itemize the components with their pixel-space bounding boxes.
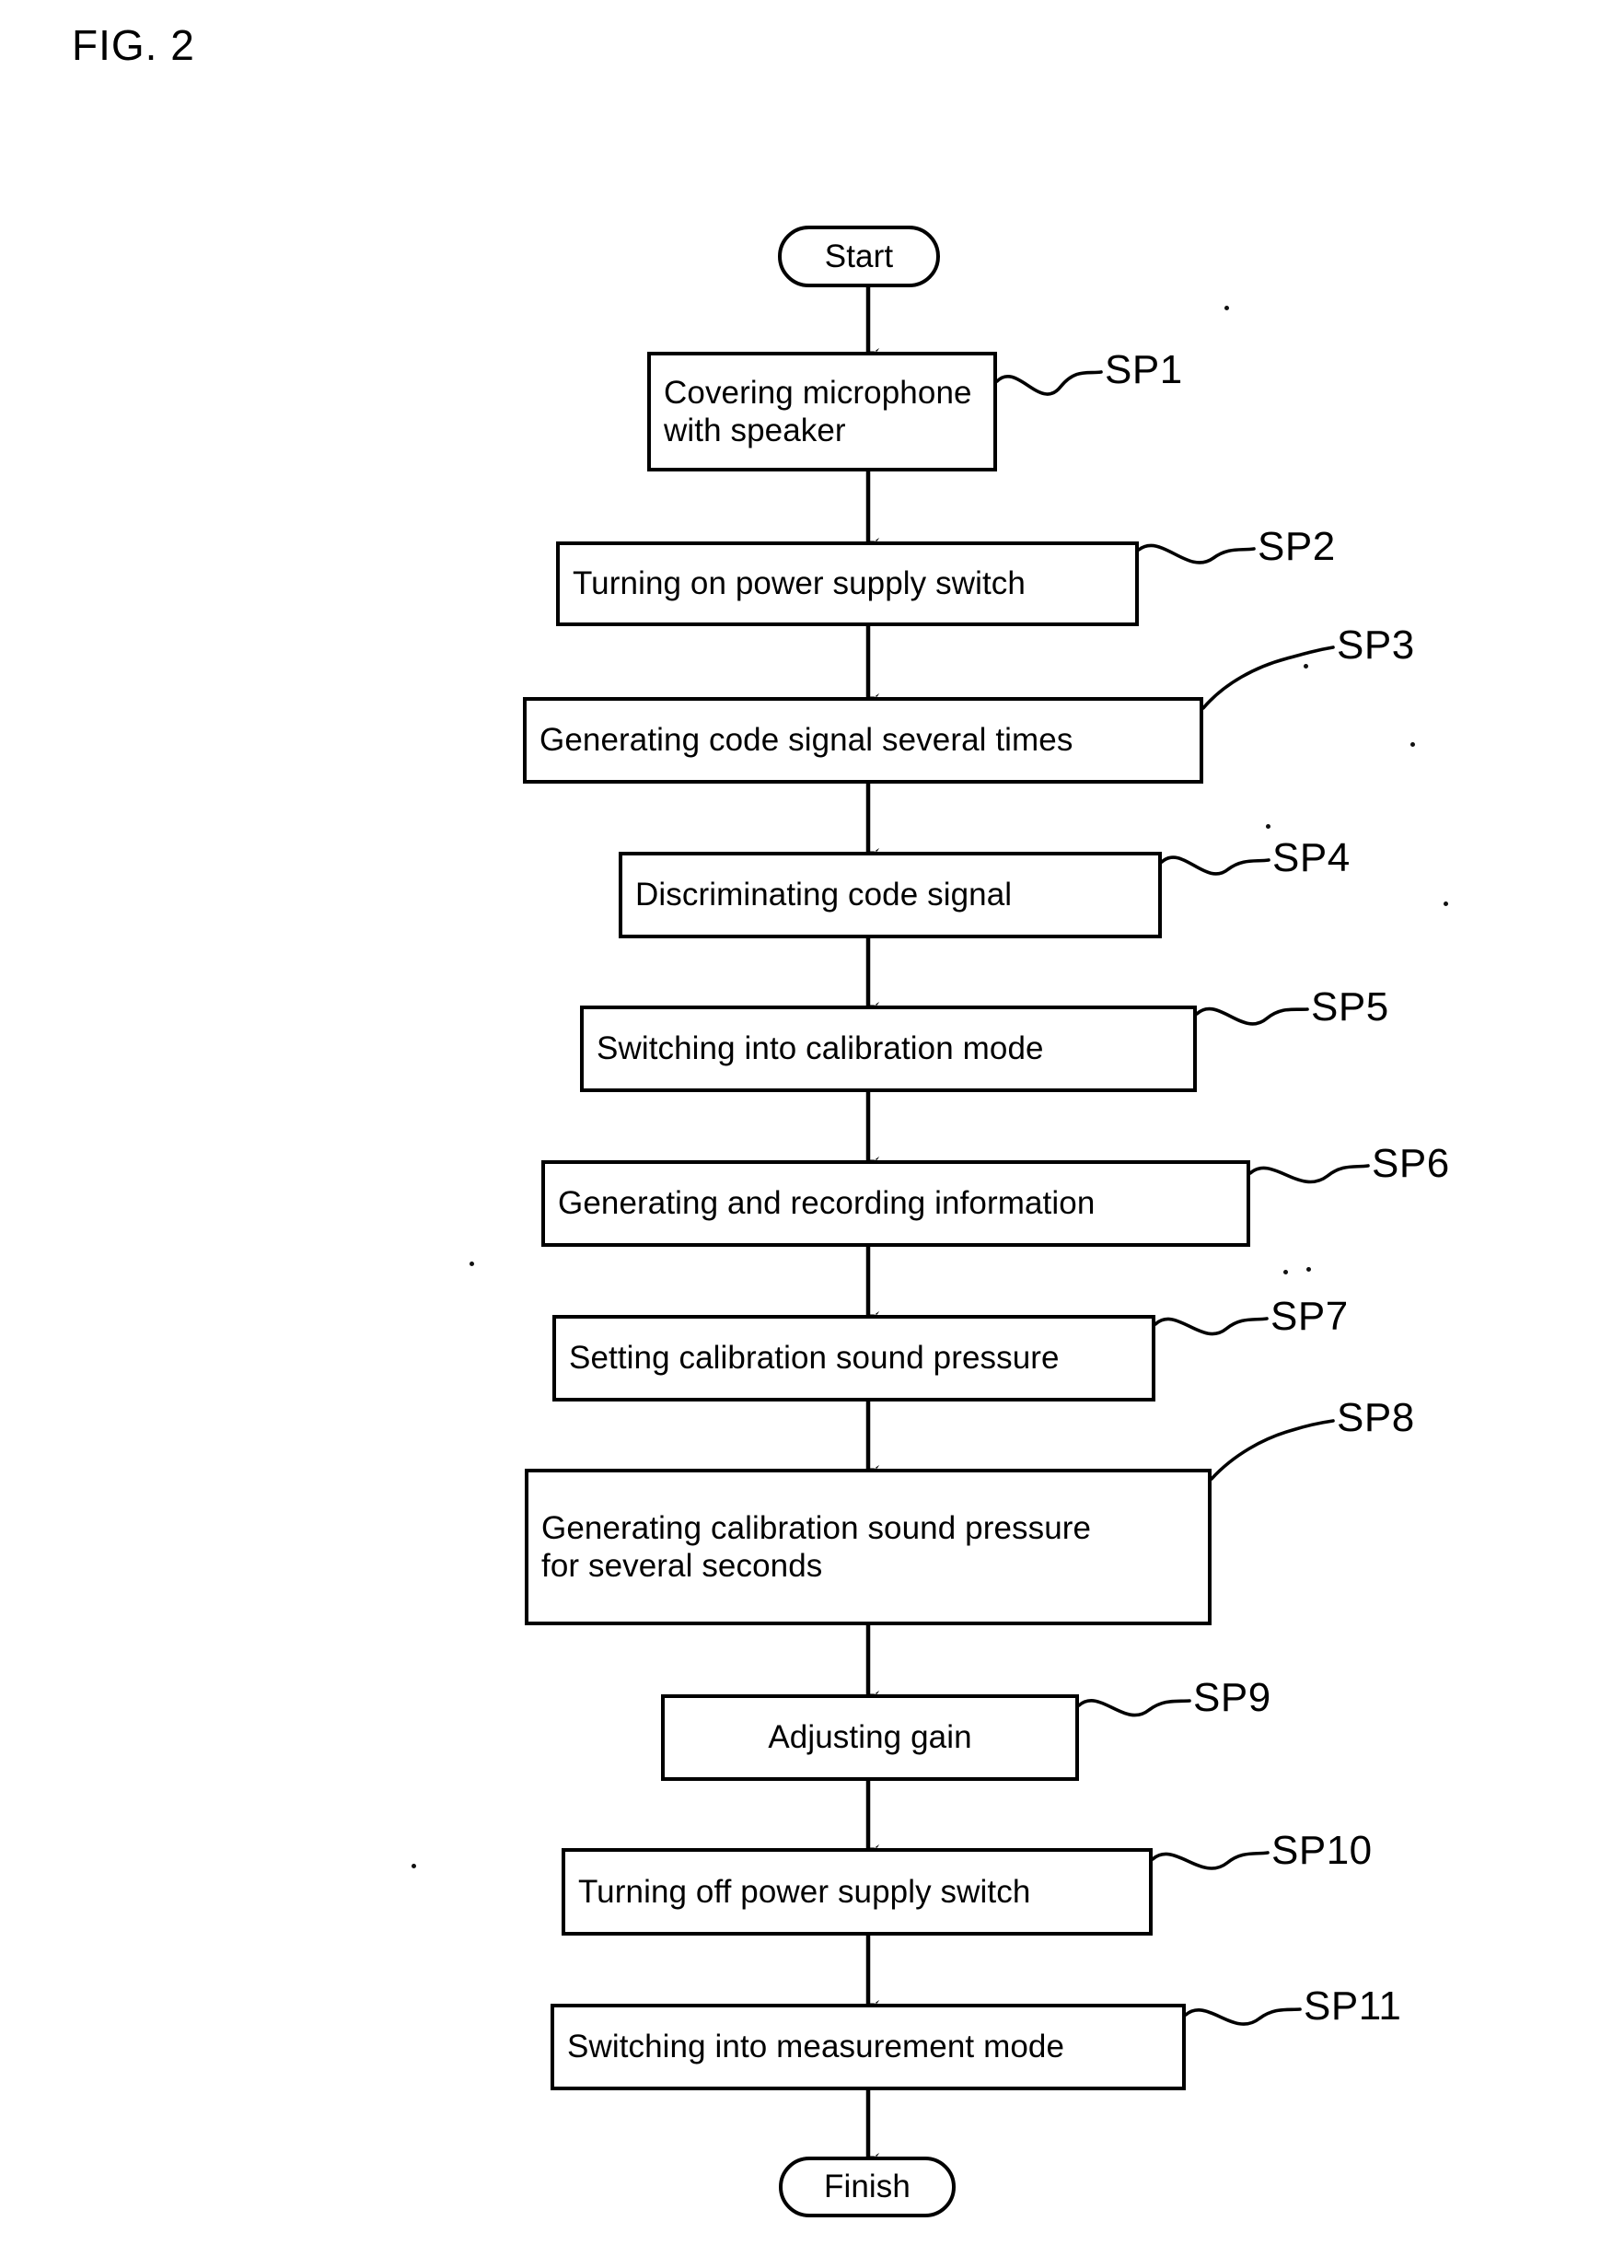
step-ref-sp11: SP11 [1304,1983,1402,2029]
node-start[interactable]: Start [778,226,940,287]
node-sp8[interactable]: Generating calibration sound pressure fo… [525,1469,1212,1625]
scan-speck [412,1864,416,1868]
scan-speck [1266,824,1270,829]
step-ref-sp7: SP7 [1270,1294,1349,1339]
node-sp2[interactable]: Turning on power supply switch [556,541,1139,626]
node-finish[interactable]: Finish [779,2157,956,2217]
scan-speck [1410,742,1415,747]
scan-speck [1224,306,1229,310]
scan-speck [1444,901,1448,906]
node-sp1[interactable]: Covering microphone with speaker [647,352,997,471]
node-sp7[interactable]: Setting calibration sound pressure [552,1315,1155,1402]
node-finish-label: Finish [824,2169,911,2205]
node-sp9[interactable]: Adjusting gain [661,1694,1079,1781]
node-sp5[interactable]: Switching into calibration mode [580,1006,1197,1092]
node-start-label: Start [824,238,894,274]
flowchart-canvas: Start Covering microphone with speaker T… [0,0,1624,2268]
scan-speck [1304,664,1308,669]
node-sp6-label: Generating and recording information [558,1185,1096,1222]
step-ref-sp4: SP4 [1272,835,1351,880]
node-sp4[interactable]: Discriminating code signal [619,852,1162,938]
node-sp7-label: Setting calibration sound pressure [569,1340,1060,1377]
node-sp10-label: Turning off power supply switch [578,1873,1031,1910]
step-ref-sp9: SP9 [1193,1675,1271,1720]
node-sp11-label: Switching into measurement mode [567,2029,1065,2065]
step-ref-sp8: SP8 [1337,1395,1415,1440]
node-sp3[interactable]: Generating code signal several times [523,697,1203,784]
node-sp11[interactable]: Switching into measurement mode [551,2004,1186,2090]
node-sp3-label: Generating code signal several times [539,722,1073,759]
node-sp4-label: Discriminating code signal [635,877,1013,913]
node-sp9-label: Adjusting gain [768,1719,972,1756]
scan-speck [1283,1270,1288,1274]
step-ref-sp5: SP5 [1311,984,1389,1029]
node-sp2-label: Turning on power supply switch [573,565,1026,602]
node-sp1-label: Covering microphone with speaker [664,374,972,448]
step-ref-sp2: SP2 [1258,524,1336,569]
node-sp8-label: Generating calibration sound pressure fo… [541,1509,1092,1584]
node-sp5-label: Switching into calibration mode [597,1030,1044,1067]
step-ref-sp6: SP6 [1372,1141,1450,1186]
step-ref-sp3: SP3 [1337,622,1415,668]
node-sp6[interactable]: Generating and recording information [541,1160,1250,1247]
node-sp10[interactable]: Turning off power supply switch [562,1848,1153,1936]
scan-speck [470,1262,474,1266]
scan-speck [1306,1267,1311,1272]
step-ref-sp1: SP1 [1105,347,1183,392]
step-ref-sp10: SP10 [1271,1828,1373,1873]
